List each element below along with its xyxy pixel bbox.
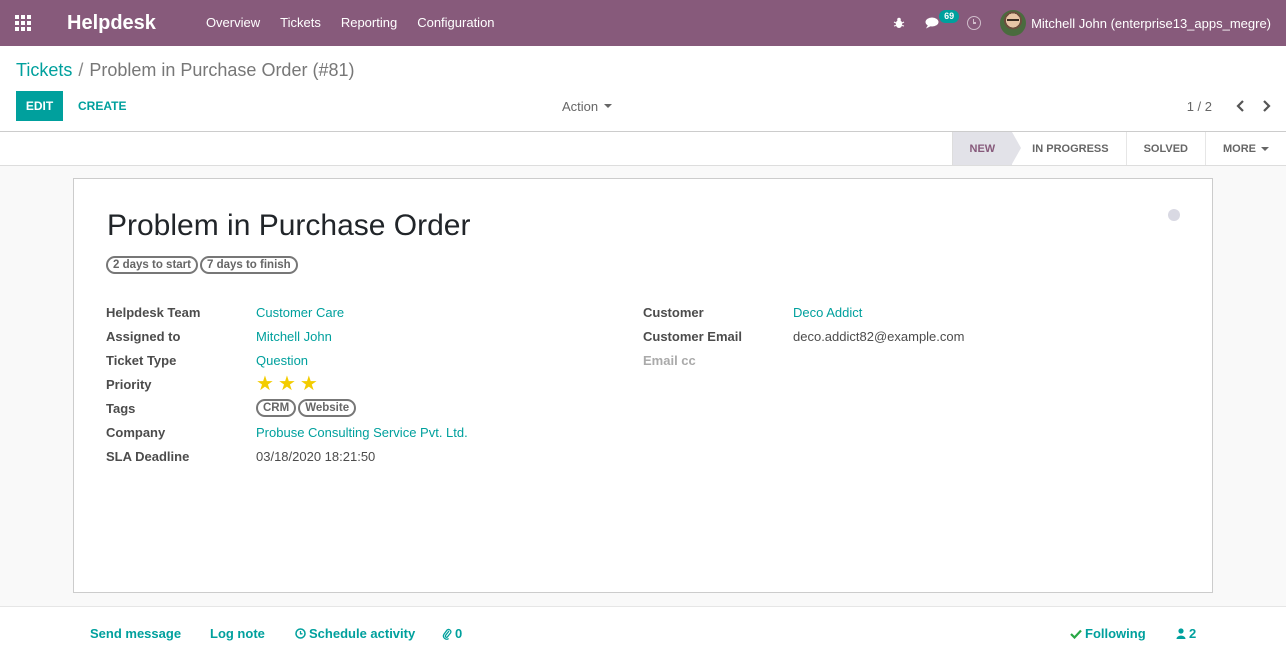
- helpdesk-team-link[interactable]: Customer Care: [256, 305, 344, 320]
- stage-more-dropdown[interactable]: MORE: [1205, 132, 1286, 165]
- action-dropdown-label: Action: [562, 98, 599, 114]
- field-label: Helpdesk Team: [106, 304, 201, 320]
- control-panel: Tickets / Problem in Purchase Order (#81…: [0, 46, 1286, 132]
- customer-link[interactable]: Deco Addict: [793, 305, 862, 320]
- tag-badge[interactable]: CRM: [256, 399, 297, 417]
- field-label: Customer: [643, 304, 704, 320]
- clock-icon[interactable]: [967, 16, 982, 30]
- following-label: Following: [1085, 626, 1146, 641]
- field-label: Tags: [106, 400, 136, 416]
- tag-badge[interactable]: Website: [298, 399, 357, 417]
- chatter-topbar: Send message Log note Schedule activity …: [0, 606, 1286, 653]
- kanban-state-icon[interactable]: [1168, 209, 1180, 221]
- pager-value[interactable]: 1 / 2: [1187, 99, 1212, 114]
- menu-configuration[interactable]: Configuration: [407, 0, 504, 46]
- star-icon[interactable]: ★: [256, 374, 274, 394]
- stage-arrow: [1012, 132, 1022, 164]
- attachments-button[interactable]: 0: [442, 626, 462, 641]
- customer-email-value: deco.addict82@example.com: [793, 328, 965, 344]
- stage-pipeline: NEW IN PROGRESS SOLVED MORE: [951, 132, 1286, 165]
- breadcrumb-tickets-link[interactable]: Tickets: [16, 60, 72, 81]
- tags-list: CRM Website: [256, 399, 358, 417]
- menu-reporting[interactable]: Reporting: [331, 0, 407, 46]
- send-message-button[interactable]: Send message: [90, 626, 181, 641]
- field-label: SLA Deadline: [106, 448, 190, 464]
- right-field-group: Customer Deco Addict Customer Email deco…: [643, 300, 964, 372]
- stage-more-label: MORE: [1223, 142, 1256, 155]
- menu-overview[interactable]: Overview: [196, 0, 270, 46]
- field-tags: Tags CRM Website: [106, 396, 468, 420]
- user-menu-name[interactable]: Mitchell John (enterprise13_apps_megre): [1031, 16, 1271, 31]
- priority-stars: ★ ★ ★: [256, 374, 322, 394]
- field-label: Priority: [106, 376, 152, 392]
- field-priority: Priority ★ ★ ★: [106, 372, 468, 396]
- followers-button[interactable]: 2: [1176, 626, 1196, 641]
- stage-in-progress-label: IN PROGRESS: [1032, 142, 1109, 155]
- field-label: Company: [106, 424, 166, 440]
- field-company: Company Probuse Consulting Service Pvt. …: [106, 420, 468, 444]
- caret-down-icon: [604, 104, 613, 108]
- stage-solved[interactable]: SOLVED: [1125, 132, 1205, 165]
- form-sheet: Problem in Purchase Order 2 days to star…: [73, 178, 1213, 593]
- sla-badge-start: 2 days to start: [106, 256, 198, 274]
- followers-count: 2: [1189, 626, 1197, 641]
- schedule-activity-button[interactable]: Schedule activity: [295, 626, 415, 641]
- chevron-right-icon[interactable]: [1256, 96, 1276, 116]
- field-ticket-type: Ticket Type Question: [106, 348, 468, 372]
- messages-count-badge: 69: [939, 10, 960, 23]
- paperclip-icon: [442, 628, 452, 640]
- company-link[interactable]: Probuse Consulting Service Pvt. Ltd.: [256, 425, 468, 440]
- pager: 1 / 2: [1187, 91, 1276, 121]
- breadcrumb: Tickets / Problem in Purchase Order (#81…: [16, 60, 354, 81]
- caret-down-icon: [1261, 146, 1269, 151]
- field-label: Ticket Type: [106, 352, 177, 368]
- sla-badge-finish: 7 days to finish: [199, 256, 298, 274]
- attachments-count: 0: [455, 626, 463, 641]
- chevron-left-icon[interactable]: [1230, 96, 1250, 116]
- navbar-systray: 69 Mitchell John (enterprise13_apps_megr…: [893, 0, 1286, 46]
- field-label: Email cc: [643, 352, 696, 368]
- top-navbar: Helpdesk Overview Tickets Reporting Conf…: [0, 0, 1286, 46]
- assigned-to-link[interactable]: Mitchell John: [256, 329, 332, 344]
- following-button[interactable]: Following: [1070, 626, 1146, 641]
- bug-icon[interactable]: [893, 17, 905, 29]
- apps-grid-icon[interactable]: [0, 0, 46, 46]
- field-customer-email: Customer Email deco.addict82@example.com: [643, 324, 964, 348]
- field-sla-deadline: SLA Deadline 03/18/2020 18:21:50: [106, 444, 468, 468]
- sla-deadline-value: 03/18/2020 18:21:50: [256, 448, 376, 464]
- status-bar: NEW IN PROGRESS SOLVED MORE: [0, 132, 1286, 166]
- action-dropdown[interactable]: Action: [562, 91, 613, 121]
- avatar[interactable]: [1000, 10, 1027, 36]
- star-icon[interactable]: ★: [300, 374, 318, 394]
- menu-tickets[interactable]: Tickets: [270, 0, 331, 46]
- breadcrumb-separator: /: [78, 60, 84, 80]
- schedule-activity-label: Schedule activity: [309, 626, 416, 641]
- star-icon[interactable]: ★: [278, 374, 296, 394]
- log-note-button[interactable]: Log note: [210, 626, 265, 641]
- user-icon: [1176, 628, 1186, 639]
- sla-badges: 2 days to start 7 days to finish: [106, 256, 300, 274]
- field-label: Assigned to: [106, 328, 181, 344]
- app-brand[interactable]: Helpdesk: [67, 12, 156, 35]
- messaging-menu[interactable]: 69: [925, 10, 960, 29]
- field-label: Customer Email: [643, 328, 742, 344]
- create-button[interactable]: CREATE: [70, 91, 134, 121]
- field-email-cc: Email cc: [643, 348, 964, 372]
- field-customer: Customer Deco Addict: [643, 300, 964, 324]
- check-icon: [1070, 629, 1082, 639]
- ticket-type-link[interactable]: Question: [256, 353, 308, 368]
- field-helpdesk-team: Helpdesk Team Customer Care: [106, 300, 468, 324]
- stage-new[interactable]: NEW: [951, 132, 1022, 165]
- main-menu: Overview Tickets Reporting Configuration: [196, 0, 505, 46]
- clock-icon: [295, 628, 306, 639]
- left-field-group: Helpdesk Team Customer Care Assigned to …: [106, 300, 468, 468]
- stage-new-label: NEW: [969, 142, 996, 155]
- stage-solved-label: SOLVED: [1143, 142, 1188, 155]
- ticket-title: Problem in Purchase Order: [107, 209, 471, 242]
- breadcrumb-current: Problem in Purchase Order (#81): [89, 60, 355, 80]
- stage-in-progress[interactable]: IN PROGRESS: [1012, 132, 1125, 165]
- edit-button[interactable]: EDIT: [16, 91, 63, 121]
- field-assigned-to: Assigned to Mitchell John: [106, 324, 468, 348]
